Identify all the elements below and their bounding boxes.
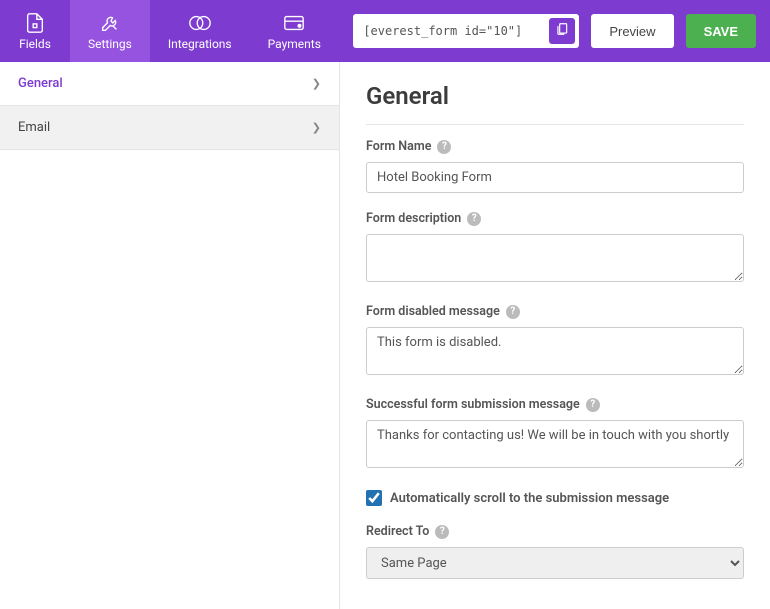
form-name-input[interactable] — [366, 162, 744, 193]
auto-scroll-checkbox-row[interactable]: Automatically scroll to the submission m… — [366, 490, 744, 506]
sidebar-item-general[interactable]: General ❯ — [0, 62, 339, 106]
page-title: General — [366, 82, 744, 110]
header: Fields Settings Integrations Payments Pr… — [0, 0, 770, 62]
help-icon[interactable]: ? — [435, 525, 449, 539]
tab-fields[interactable]: Fields — [0, 0, 70, 62]
main-panel: General Form Name ? Form description ? F… — [340, 62, 770, 609]
auto-scroll-checkbox[interactable] — [366, 490, 382, 506]
tools-icon — [98, 11, 122, 35]
field-form-name: Form Name ? — [366, 139, 744, 193]
copy-button[interactable] — [549, 18, 575, 44]
checkbox-label: Automatically scroll to the submission m… — [390, 491, 669, 506]
tab-label: Integrations — [168, 37, 232, 51]
file-icon — [23, 11, 47, 35]
tab-label: Payments — [268, 37, 321, 51]
help-icon[interactable]: ? — [437, 140, 451, 154]
help-icon[interactable]: ? — [467, 212, 481, 226]
field-form-description: Form description ? — [366, 211, 744, 286]
preview-button[interactable]: Preview — [591, 14, 673, 48]
redirect-select[interactable]: Same Page — [366, 547, 744, 579]
field-label-text: Form description — [366, 211, 461, 226]
payments-icon — [282, 11, 306, 35]
divider — [366, 124, 744, 125]
help-icon[interactable]: ? — [506, 305, 520, 319]
tab-integrations[interactable]: Integrations — [150, 0, 250, 62]
tab-label: Fields — [19, 37, 51, 51]
chevron-right-icon: ❯ — [312, 77, 321, 90]
tab-payments[interactable]: Payments — [250, 0, 339, 62]
field-label-text: Form Name — [366, 139, 431, 154]
sidebar: General ❯ Email ❯ — [0, 62, 340, 609]
chevron-right-icon: ❯ — [312, 121, 321, 134]
field-redirect: Redirect To ? Same Page — [366, 524, 744, 579]
integrations-icon — [188, 11, 212, 35]
sidebar-item-label: General — [18, 76, 63, 91]
form-description-input[interactable] — [366, 234, 744, 282]
shortcode-box — [353, 14, 579, 48]
tab-label: Settings — [88, 37, 132, 51]
field-label-text: Successful form submission message — [366, 397, 580, 412]
success-message-input[interactable]: Thanks for contacting us! We will be in … — [366, 420, 744, 468]
disabled-message-input[interactable]: This form is disabled. — [366, 327, 744, 375]
tab-settings[interactable]: Settings — [70, 0, 150, 62]
sidebar-item-label: Email — [18, 120, 50, 135]
field-disabled-message: Form disabled message ? This form is dis… — [366, 304, 744, 379]
header-right: Preview SAVE — [339, 0, 770, 62]
field-label-text: Form disabled message — [366, 304, 500, 319]
clipboard-icon — [555, 22, 569, 40]
save-button[interactable]: SAVE — [686, 14, 756, 48]
help-icon[interactable]: ? — [586, 398, 600, 412]
field-label-text: Redirect To — [366, 524, 429, 539]
field-success-message: Successful form submission message ? Tha… — [366, 397, 744, 472]
shortcode-input[interactable] — [363, 24, 549, 38]
sidebar-item-email[interactable]: Email ❯ — [0, 106, 339, 150]
